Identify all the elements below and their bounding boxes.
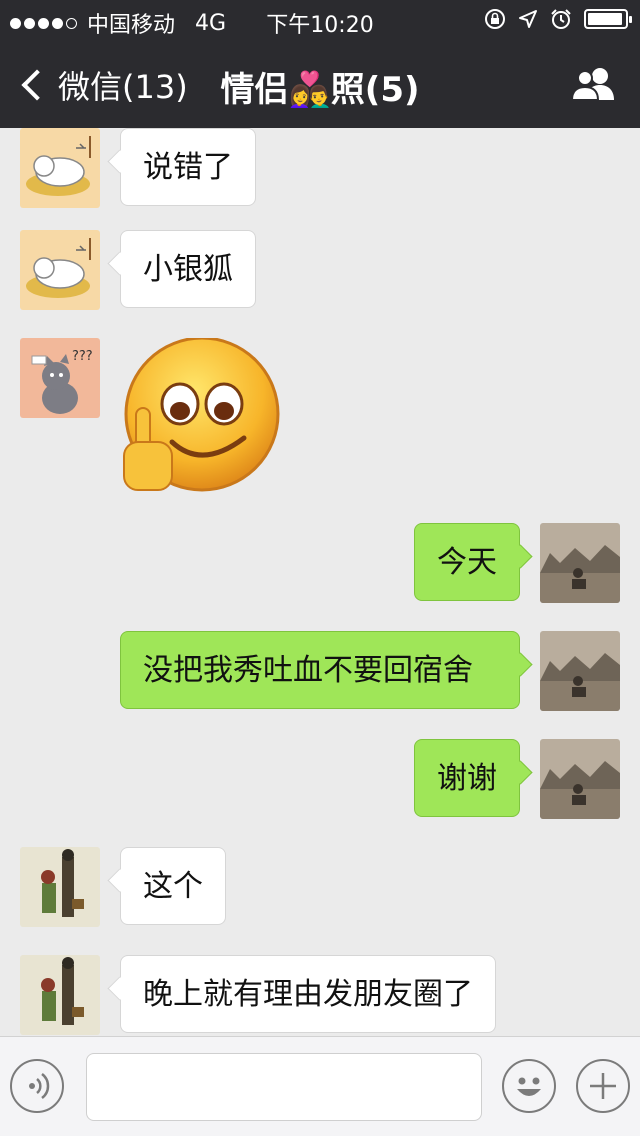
plus-button[interactable]	[576, 1059, 630, 1113]
message-bubble-in[interactable]: 晚上就有理由发朋友圈了	[120, 955, 496, 1033]
sepia-photo-avatar[interactable]	[540, 631, 620, 711]
chat-area[interactable]: 说错了 小银狐 ??? 今天 没把我秀吐血不要回宿舍 谢谢 这个 晚上就有理由发…	[0, 128, 640, 1036]
smiley-middle-finger-sticker[interactable]	[120, 338, 282, 498]
message-bubble-out[interactable]: 谢谢	[414, 739, 520, 817]
rotation-lock-icon	[485, 9, 505, 29]
voice-icon	[29, 1073, 50, 1099]
group-members-icon[interactable]	[570, 66, 618, 102]
composer-bar	[0, 1036, 640, 1136]
confused-cat-avatar[interactable]: ???	[20, 338, 100, 418]
status-right	[484, 8, 632, 30]
sepia-photo-avatar[interactable]	[540, 523, 620, 603]
nav-bar: 微信(13) 情侣👩‍❤️‍👨照(5)	[0, 40, 640, 128]
message-bubble-out[interactable]: 没把我秀吐血不要回宿舍	[120, 631, 520, 709]
message-bubble-in[interactable]: 这个	[120, 847, 226, 925]
leon-movie-avatar[interactable]	[20, 847, 100, 927]
voice-button[interactable]	[10, 1059, 64, 1113]
message-bubble-in[interactable]: 说错了	[120, 128, 256, 206]
sepia-photo-avatar[interactable]	[540, 739, 620, 819]
leon-movie-avatar[interactable]	[20, 955, 100, 1035]
status-bar: 中国移动 4G 下午10:20	[0, 0, 640, 40]
message-bubble-in[interactable]: 小银狐	[120, 230, 256, 308]
location-icon	[519, 10, 537, 28]
message-bubble-out[interactable]: 今天	[414, 523, 520, 601]
chat-title: 情侣👩‍❤️‍👨照(5)	[220, 70, 420, 110]
plus-icon	[590, 1073, 616, 1099]
emoji-button[interactable]	[502, 1059, 556, 1113]
battery-icon	[584, 9, 632, 29]
svg-text:???: ???	[72, 349, 93, 364]
emoji-icon	[517, 1077, 541, 1096]
alarm-icon	[551, 9, 571, 29]
message-input[interactable]	[86, 1053, 482, 1121]
sleeping-cat-avatar[interactable]	[20, 128, 100, 208]
sleeping-cat-avatar[interactable]	[20, 230, 100, 310]
